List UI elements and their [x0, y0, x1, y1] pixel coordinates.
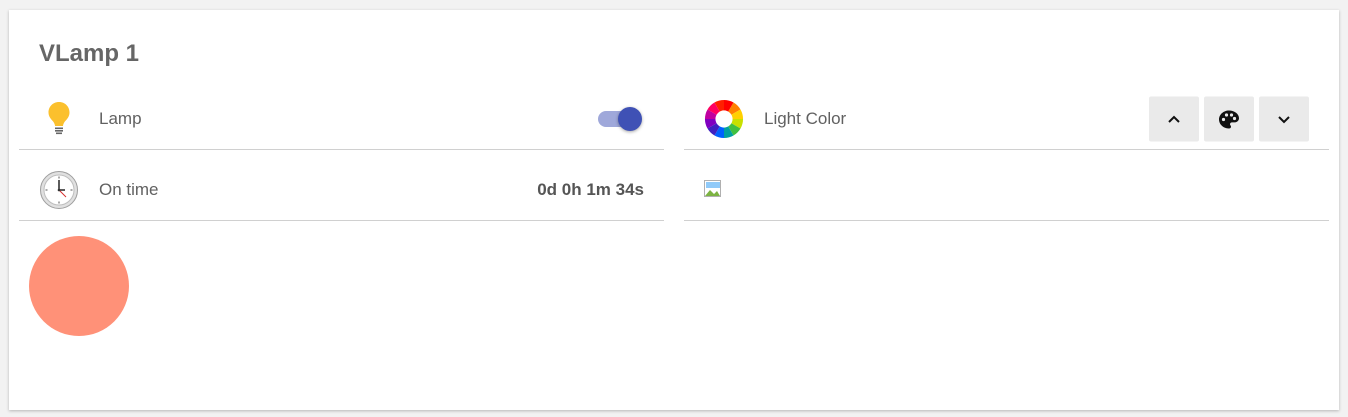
- color-preview-circle: [29, 236, 129, 336]
- lamp-row: Lamp: [19, 89, 664, 150]
- card-title: VLamp 1: [39, 40, 140, 67]
- color-wheel-icon: [704, 99, 744, 139]
- light-color-row: Light Color: [684, 89, 1329, 150]
- image-row: [684, 160, 1329, 221]
- lamp-label: Lamp: [99, 109, 142, 128]
- chevron-down-icon: [1278, 115, 1290, 123]
- light-color-label: Light Color: [764, 109, 847, 128]
- on-time-value: 0d 0h 1m 34s: [537, 180, 644, 199]
- chevron-up-icon: [1168, 115, 1180, 123]
- palette-icon: [1219, 110, 1239, 128]
- color-up-button[interactable]: [1149, 96, 1199, 142]
- lamp-switch[interactable]: [598, 107, 644, 131]
- vlamp-card: VLamp 1 Lamp On time 0d 0h 1m 34s Light …: [9, 10, 1339, 410]
- on-time-row: On time 0d 0h 1m 34s: [19, 160, 664, 221]
- color-button-group: [1149, 96, 1309, 142]
- lightbulb-icon: [39, 99, 79, 139]
- color-down-button[interactable]: [1259, 96, 1309, 142]
- color-palette-button[interactable]: [1204, 96, 1254, 142]
- broken-image-icon: [704, 180, 724, 200]
- on-time-label: On time: [99, 180, 159, 199]
- switch-thumb: [618, 107, 642, 131]
- clock-icon: [39, 170, 79, 210]
